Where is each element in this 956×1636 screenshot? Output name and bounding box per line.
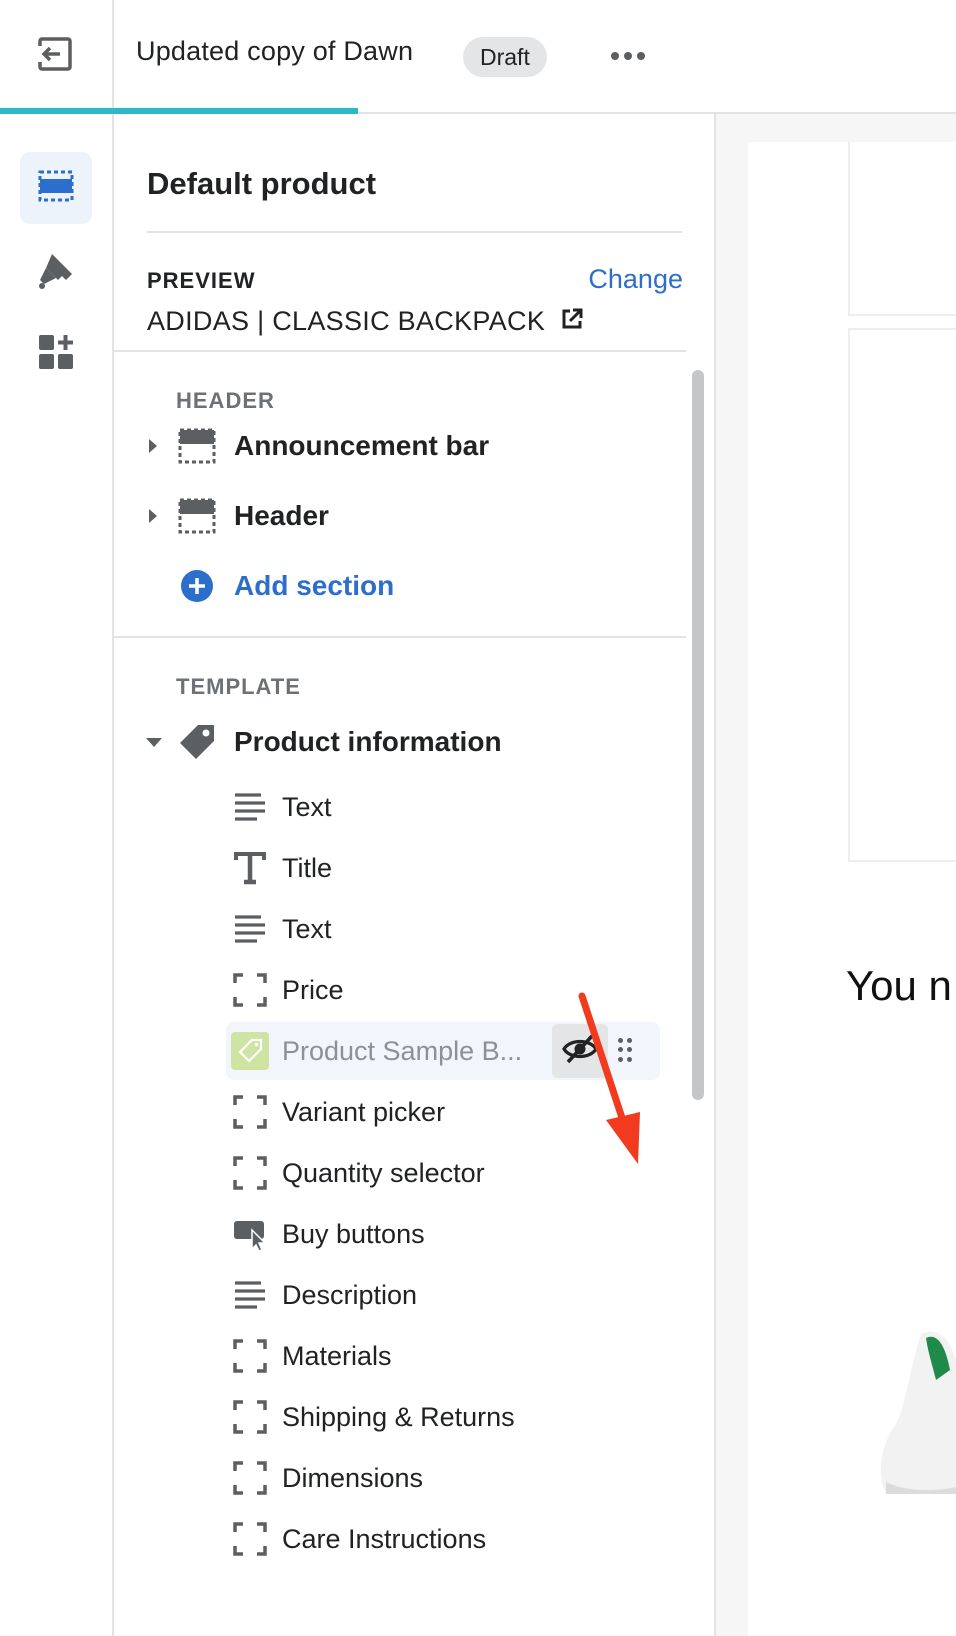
template-group-label: TEMPLATE (176, 674, 301, 699)
block-text[interactable]: Text (226, 900, 638, 958)
block-label: Materials (282, 1340, 392, 1371)
block-label: Quantity selector (282, 1157, 485, 1188)
placeholder-frame-icon (231, 1459, 269, 1497)
block-label: Text (282, 913, 332, 944)
storefront-preview[interactable]: You n (716, 114, 956, 1636)
placeholder-frame-icon (231, 1398, 269, 1436)
top-bar: Updated copy of Dawn Draft (0, 0, 956, 114)
sidebar-scrollbar[interactable] (692, 370, 704, 1100)
add-section-label: Add section (234, 570, 395, 601)
block-quantity-selector[interactable]: Quantity selector (226, 1144, 638, 1202)
section-header[interactable]: Header (114, 486, 686, 546)
caret-right-icon[interactable] (146, 436, 160, 456)
divider (147, 231, 682, 233)
block-buy-buttons[interactable]: Buy buttons (226, 1205, 638, 1263)
text-lines-icon (231, 1276, 269, 1314)
block-label: Description (282, 1279, 418, 1310)
block-label: Text (282, 791, 332, 822)
title-t-icon (231, 849, 269, 887)
block-label: Care Instructions (282, 1523, 487, 1554)
block-materials[interactable]: Materials (226, 1327, 638, 1385)
caret-right-icon[interactable] (146, 506, 160, 526)
product-media-placeholder (848, 142, 956, 316)
block-label: Dimensions (282, 1462, 424, 1493)
section-announcement-bar[interactable]: Announcement bar (114, 416, 686, 476)
caret-down-icon[interactable] (144, 732, 164, 752)
preview-product-name: ADIDAS | CLASSIC BACKPACK (147, 306, 546, 336)
block-care-instructions[interactable]: Care Instructions (226, 1510, 638, 1568)
placeholder-frame-icon (231, 1337, 269, 1375)
preview-heading-partial: You n (846, 962, 952, 1009)
sections-icon (37, 169, 75, 208)
eye-hidden-icon (562, 1033, 598, 1070)
section-layout-icon (178, 427, 216, 465)
section-label: Header (234, 500, 329, 531)
app-tag-icon (231, 1032, 269, 1070)
preview-label: PREVIEW (147, 268, 256, 293)
product-media-placeholder (848, 328, 956, 862)
show-block-button[interactable] (552, 1024, 608, 1078)
page-title: Default product (147, 166, 377, 201)
exit-icon (36, 36, 74, 76)
block-label: Buy buttons (282, 1218, 425, 1249)
block-shipping-returns[interactable]: Shipping & Returns (226, 1388, 638, 1446)
block-title[interactable]: Title (226, 839, 638, 897)
placeholder-frame-icon (231, 1154, 269, 1192)
block-label: Product Sample B... (282, 1035, 523, 1066)
section-label: Announcement bar (234, 430, 490, 461)
sections-sidebar: Default product PREVIEW Change ADIDAS | … (114, 114, 716, 1636)
product-tag-icon (178, 723, 216, 761)
drag-handle-icon[interactable] (618, 1038, 632, 1062)
section-layout-icon (178, 497, 216, 535)
block-description[interactable]: Description (226, 1266, 638, 1324)
sneaker-image (880, 1331, 956, 1494)
placeholder-frame-icon (231, 1520, 269, 1558)
divider (114, 636, 686, 638)
preview-product[interactable]: ADIDAS | CLASSIC BACKPACK (147, 306, 583, 337)
sections-rail-button[interactable] (20, 152, 92, 224)
block-product-sample-hidden[interactable]: Product Sample B... (226, 1022, 660, 1080)
theme-settings-rail-button[interactable] (20, 236, 92, 308)
divider (114, 350, 686, 352)
block-dimensions[interactable]: Dimensions (226, 1449, 638, 1507)
external-link-icon (561, 306, 583, 337)
block-label: Title (282, 852, 333, 883)
text-lines-icon (231, 788, 269, 826)
block-label: Price (282, 974, 344, 1005)
placeholder-frame-icon (231, 971, 269, 1009)
text-lines-icon (231, 910, 269, 948)
block-text[interactable]: Text (226, 778, 638, 836)
block-price[interactable]: Price (226, 961, 638, 1019)
editor-rail (0, 114, 114, 1636)
app-embeds-rail-button[interactable] (20, 318, 92, 390)
section-label: Product information (234, 726, 502, 757)
change-preview-link[interactable]: Change (588, 264, 683, 295)
section-product-information[interactable]: Product information (114, 712, 686, 772)
exit-button[interactable] (0, 0, 114, 112)
add-section-button[interactable]: Add section (114, 556, 686, 616)
block-variant-picker[interactable]: Variant picker (226, 1083, 638, 1141)
header-group-label: HEADER (176, 388, 275, 413)
placeholder-frame-icon (231, 1093, 269, 1131)
plus-circle-icon (178, 567, 216, 605)
more-actions-button[interactable] (606, 36, 650, 76)
status-badge: Draft (463, 37, 547, 77)
block-label: Variant picker (282, 1096, 446, 1127)
app-blocks-icon (37, 333, 75, 376)
theme-name: Updated copy of Dawn (136, 36, 414, 66)
paintbrush-icon (36, 250, 76, 295)
block-label: Shipping & Returns (282, 1401, 515, 1432)
buy-button-cursor-icon (231, 1215, 269, 1253)
